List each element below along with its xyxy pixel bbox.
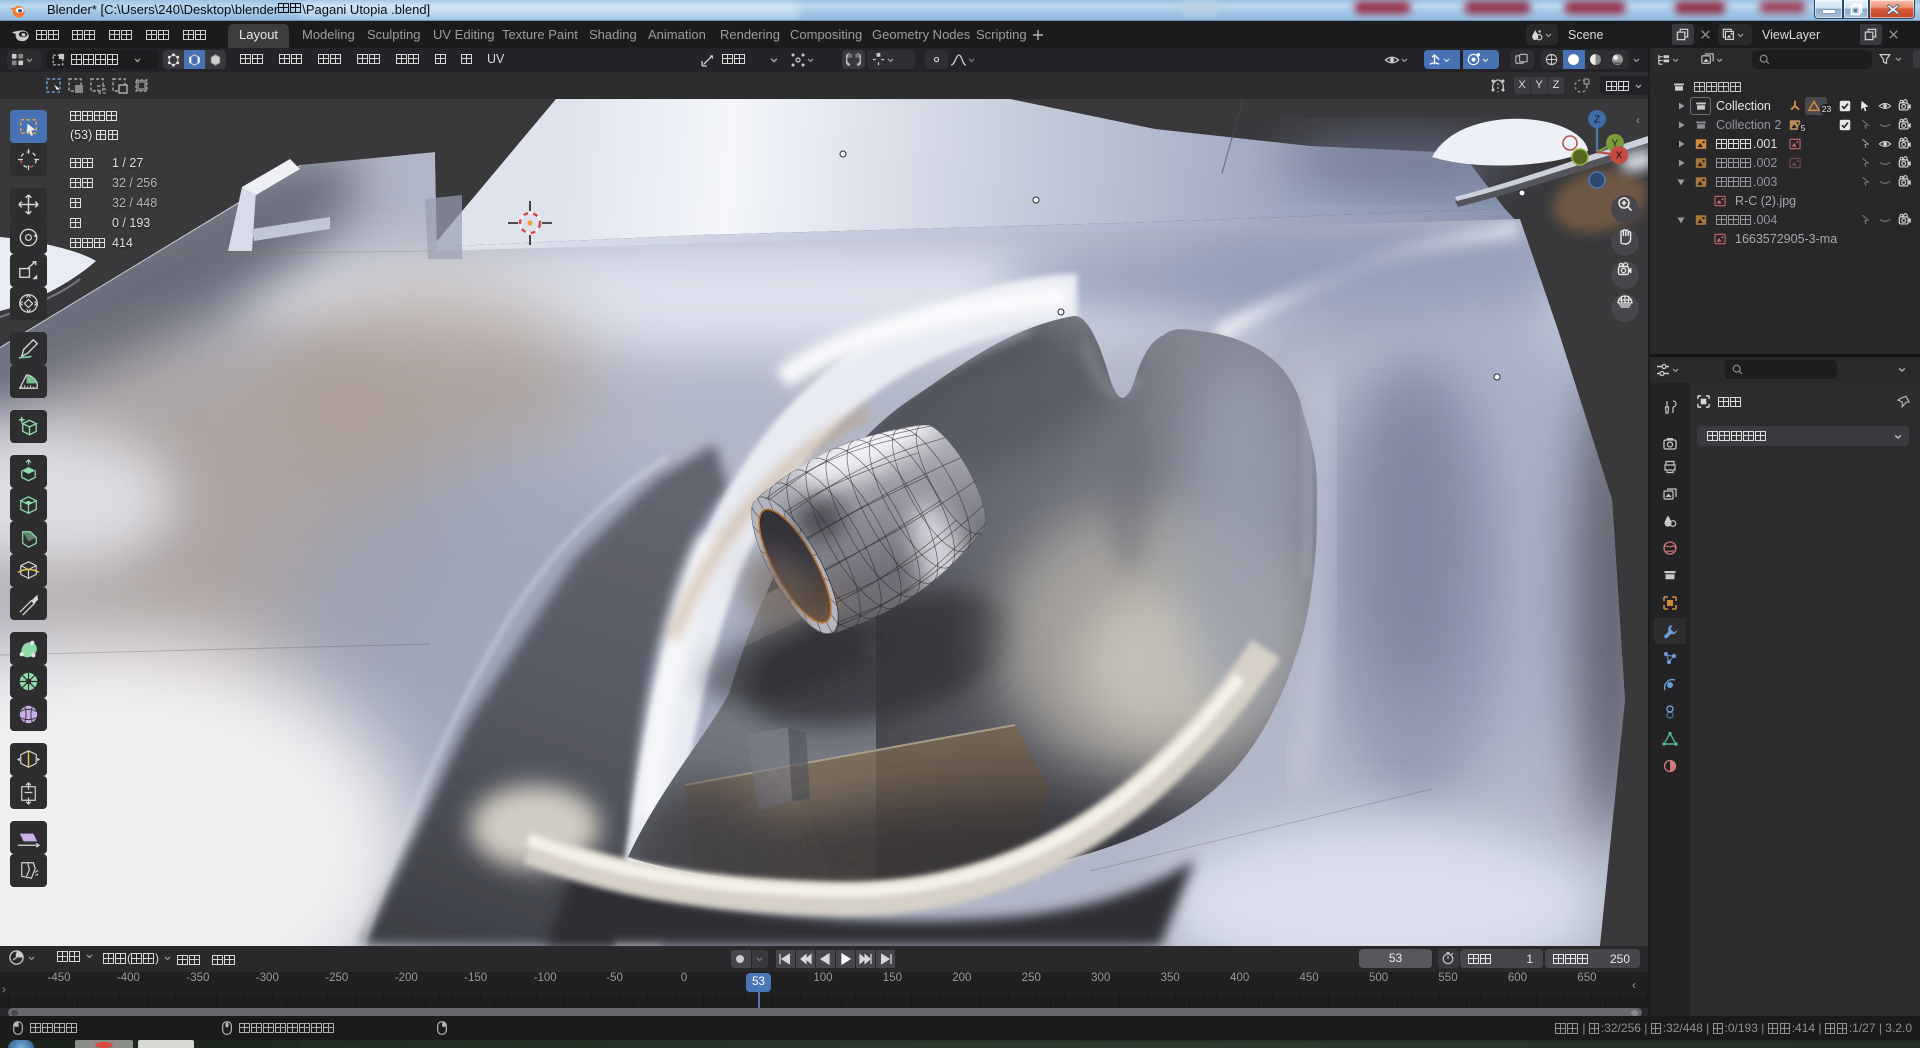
- svg-text:Z: Z: [1594, 115, 1600, 126]
- svg-text:X: X: [1616, 151, 1623, 162]
